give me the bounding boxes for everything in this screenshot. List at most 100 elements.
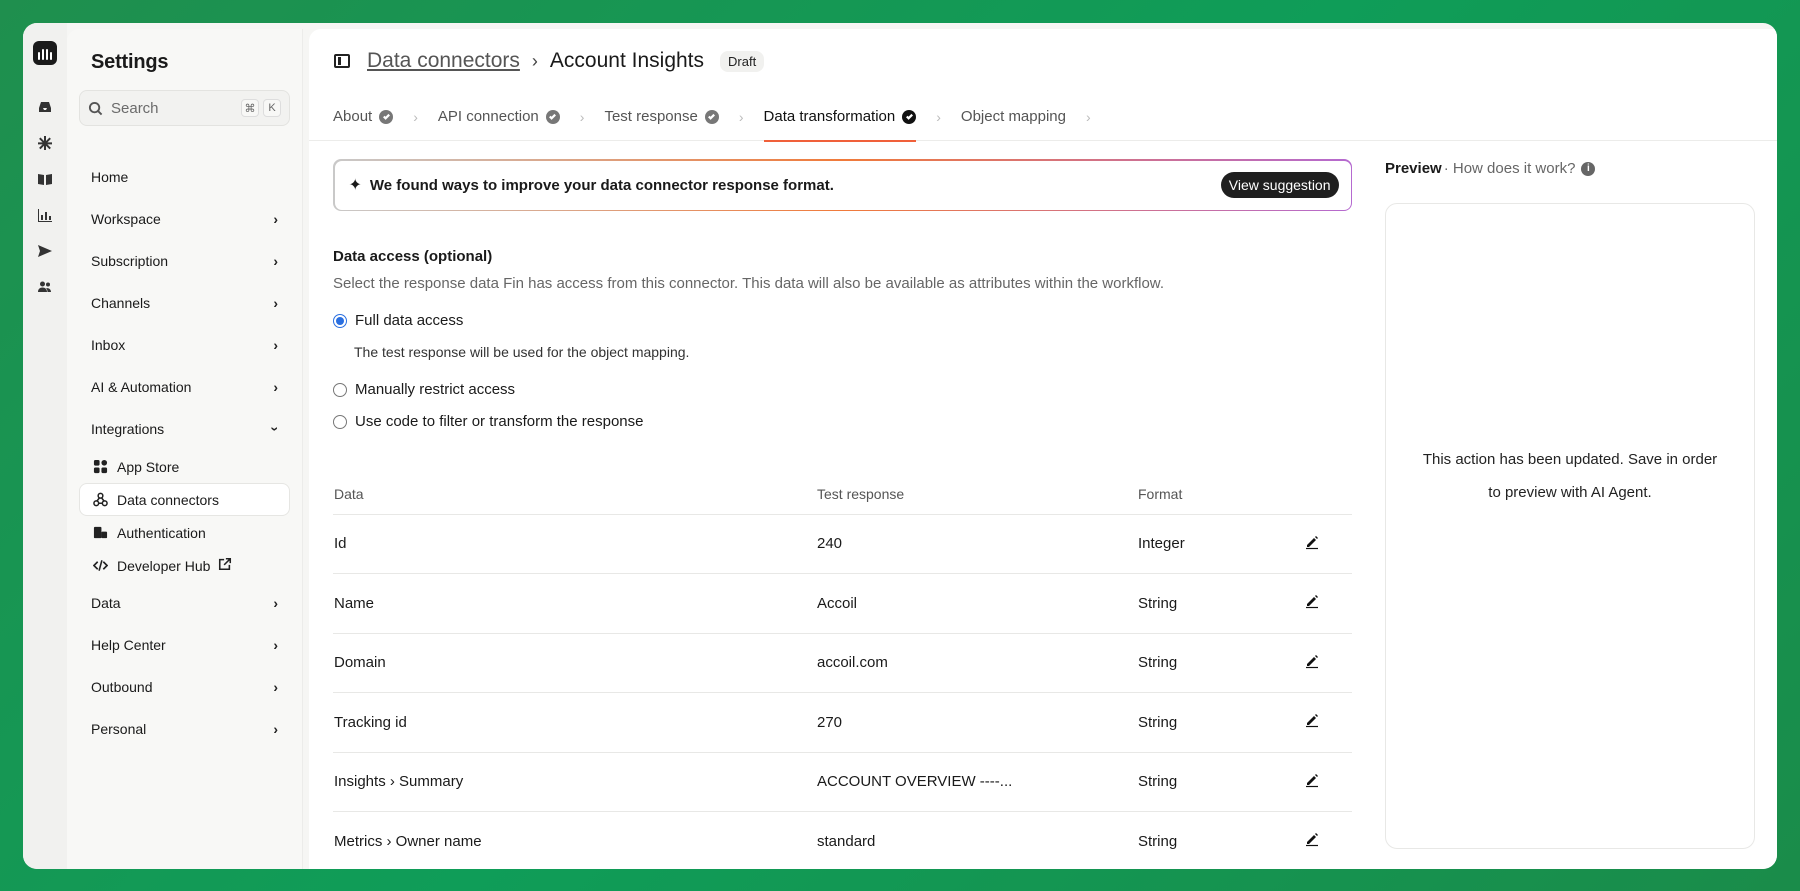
sidebar-item-data[interactable]: Data › bbox=[79, 582, 290, 624]
view-suggestion-button[interactable]: View suggestion bbox=[1220, 172, 1339, 198]
icon-rail bbox=[23, 23, 67, 869]
radio-label: Manually restrict access bbox=[355, 381, 516, 398]
sidebar-subitem-authentication[interactable]: Authentication bbox=[79, 516, 290, 549]
sidebar-item-label: Home bbox=[91, 169, 129, 185]
radio-help-text: The test response will be used for the o… bbox=[354, 344, 690, 360]
sidebar-item-workspace[interactable]: Workspace › bbox=[79, 198, 290, 240]
preview-header: Preview · How does it work? i bbox=[1385, 160, 1755, 177]
sidebar-item-ai-automation[interactable]: AI & Automation › bbox=[79, 366, 290, 408]
outbound-send-icon[interactable] bbox=[33, 239, 57, 263]
chevron-right-icon: › bbox=[413, 108, 418, 125]
check-circle-icon bbox=[545, 109, 560, 124]
sidebar-subitem-label: App Store bbox=[117, 458, 180, 475]
sidebar-item-label: AI & Automation bbox=[91, 379, 192, 395]
info-icon[interactable]: i bbox=[1581, 161, 1596, 176]
radio-use-code[interactable]: Use code to filter or transform the resp… bbox=[333, 413, 1352, 430]
cell-format: String bbox=[1137, 573, 1303, 634]
how-does-it-work-link[interactable]: · How does it work? bbox=[1444, 160, 1576, 177]
knowledge-book-icon[interactable] bbox=[33, 167, 57, 191]
sidebar-subitem-developer-hub[interactable]: Developer Hub bbox=[79, 549, 290, 582]
edit-pencil-icon[interactable] bbox=[1304, 831, 1320, 847]
chevron-right-icon: › bbox=[273, 595, 278, 611]
tab-api-connection[interactable]: API connection bbox=[438, 93, 560, 141]
sidebar-item-help-center[interactable]: Help Center › bbox=[79, 624, 290, 666]
chevron-right-icon: › bbox=[273, 295, 278, 311]
chevron-right-icon: › bbox=[738, 108, 744, 125]
inbox-icon[interactable] bbox=[33, 95, 57, 119]
data-access-description: Select the response data Fin has access … bbox=[333, 275, 1164, 292]
sidebar-item-personal[interactable]: Personal › bbox=[79, 708, 290, 750]
cell-data: Insights › Summary bbox=[333, 752, 816, 812]
edit-pencil-icon[interactable] bbox=[1304, 772, 1320, 788]
sidebar-item-label: Help Center bbox=[91, 637, 166, 653]
edit-pencil-icon[interactable] bbox=[1304, 653, 1320, 669]
sidebar-item-label: Inbox bbox=[91, 337, 126, 353]
cell-format: String bbox=[1137, 633, 1303, 693]
preview-panel: Preview · How does it work? i This actio… bbox=[1385, 159, 1755, 869]
chevron-right-icon: › bbox=[273, 337, 278, 353]
search-placeholder: Search bbox=[111, 99, 159, 117]
grid-icon bbox=[92, 459, 108, 475]
search-input[interactable]: Search ⌘ K bbox=[79, 90, 290, 126]
chevron-right-icon: › bbox=[273, 379, 278, 395]
sidebar-item-inbox[interactable]: Inbox › bbox=[79, 324, 290, 366]
tab-label: Test response bbox=[604, 108, 698, 125]
radio-full-data-access[interactable]: Full data access bbox=[333, 312, 1352, 329]
tab-label: About bbox=[333, 108, 373, 125]
preview-message: This action has been updated. Save in or… bbox=[1423, 443, 1717, 509]
cell-test-response: ACCOUNT OVERVIEW ----... bbox=[816, 752, 1137, 812]
sidebar-item-channels[interactable]: Channels › bbox=[79, 282, 290, 324]
cell-test-response: standard bbox=[816, 811, 1137, 869]
reports-chart-icon[interactable] bbox=[33, 203, 57, 227]
ai-agent-icon[interactable] bbox=[33, 131, 57, 155]
cell-data: Id bbox=[333, 514, 816, 574]
sidebar-item-outbound[interactable]: Outbound › bbox=[79, 666, 290, 708]
sidebar-item-integrations[interactable]: Integrations › bbox=[79, 408, 290, 450]
cell-data: Metrics › Owner name bbox=[333, 811, 816, 869]
edit-pencil-icon[interactable] bbox=[1304, 534, 1320, 550]
check-circle-icon bbox=[902, 109, 917, 124]
radio-label: Full data access bbox=[355, 312, 464, 329]
sidebar-subitem-label: Authentication bbox=[117, 524, 206, 541]
sidebar-subitem-data-connectors[interactable]: Data connectors bbox=[79, 483, 290, 516]
settings-sidebar: Settings Search ⌘ K Home Workspace › Sub… bbox=[67, 29, 303, 869]
radio-button[interactable] bbox=[333, 382, 347, 397]
sidebar-subitem-app-store[interactable]: App Store bbox=[79, 450, 290, 483]
app-logo-icon[interactable] bbox=[33, 41, 57, 65]
check-circle-icon bbox=[379, 109, 394, 124]
check-circle-icon bbox=[704, 109, 719, 124]
column-header-data: Data bbox=[333, 474, 816, 515]
column-header-test-response: Test response bbox=[816, 474, 1137, 515]
chevron-right-icon: › bbox=[273, 253, 278, 269]
table-row: Metrics › Owner name standard String bbox=[333, 811, 1352, 869]
cell-data: Domain bbox=[333, 633, 816, 693]
radio-button[interactable] bbox=[333, 414, 347, 429]
cell-format: String bbox=[1137, 752, 1303, 812]
contacts-people-icon[interactable] bbox=[33, 275, 57, 299]
sidebar-item-label: Workspace bbox=[91, 211, 161, 227]
toggle-sidebar-icon[interactable] bbox=[334, 54, 350, 68]
sidebar-item-label: Personal bbox=[91, 721, 147, 737]
radio-manually-restrict[interactable]: Manually restrict access bbox=[333, 381, 1352, 398]
preview-message-line2: to preview with AI Agent. bbox=[1488, 484, 1652, 501]
cell-format: String bbox=[1137, 692, 1303, 753]
sidebar-item-home[interactable]: Home bbox=[79, 156, 290, 198]
breadcrumb-data-connectors[interactable]: Data connectors bbox=[367, 49, 520, 73]
data-access-title: Data access (optional) bbox=[333, 248, 493, 265]
tab-data-transformation[interactable]: Data transformation bbox=[763, 93, 917, 142]
chevron-right-icon: › bbox=[273, 679, 278, 695]
sidebar-item-label: Subscription bbox=[91, 253, 169, 269]
status-badge: Draft bbox=[720, 50, 765, 72]
page-title: Account Insights bbox=[549, 49, 705, 72]
edit-pencil-icon[interactable] bbox=[1304, 712, 1320, 728]
preview-message-line1: This action has been updated. Save in or… bbox=[1422, 451, 1718, 468]
edit-pencil-icon[interactable] bbox=[1304, 593, 1320, 609]
tab-object-mapping[interactable]: Object mapping bbox=[961, 93, 1066, 141]
sidebar-item-subscription[interactable]: Subscription › bbox=[79, 240, 290, 282]
tab-about[interactable]: About bbox=[333, 93, 394, 141]
auth-icon bbox=[92, 525, 108, 541]
radio-button[interactable] bbox=[333, 313, 347, 328]
cell-format: Integer bbox=[1137, 514, 1303, 574]
tab-label: Object mapping bbox=[960, 108, 1066, 125]
tab-test-response[interactable]: Test response bbox=[604, 93, 719, 141]
